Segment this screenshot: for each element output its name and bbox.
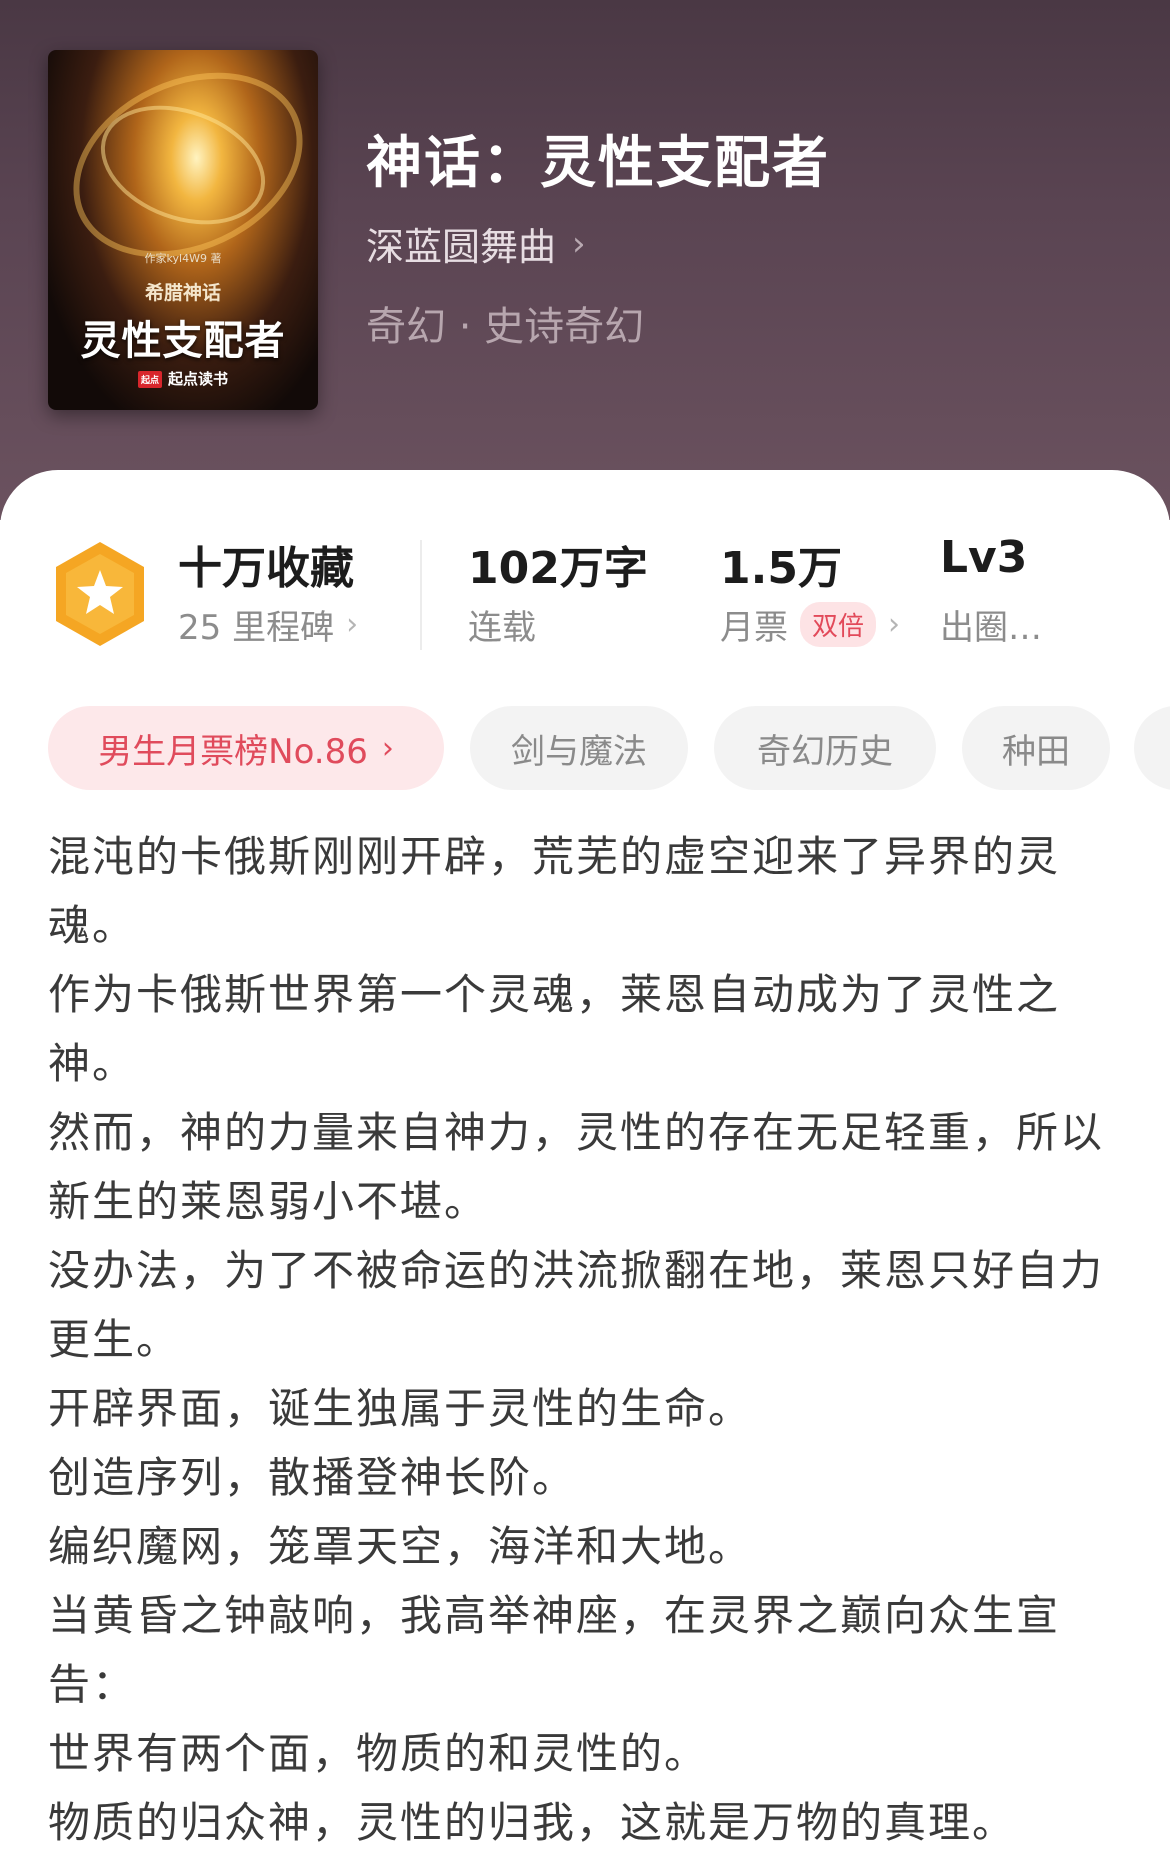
book-genre: 奇幻 · 史诗奇幻 xyxy=(366,304,645,350)
rank-tag[interactable]: 男生月票榜No.86 › xyxy=(48,706,444,790)
synopsis-line: 世界有两个面，物质的和灵性的。 xyxy=(48,1729,709,1778)
synopsis-line: 编织魔网，笼罩天空，海洋和大地。 xyxy=(48,1522,753,1571)
level-value: Lv3 xyxy=(940,532,1028,583)
synopsis-line: 开辟界面，诞生独属于灵性的生命。 xyxy=(48,1384,753,1433)
rank-tag-label: 男生月票榜No.86 xyxy=(98,731,368,772)
chevron-right-icon: › xyxy=(572,223,586,264)
milestone-link[interactable]: 25 里程碑 › xyxy=(178,600,358,649)
cover-author-line: 作家kyl4W9 著 xyxy=(144,252,222,265)
synopsis-line: 当黄昏之钟敲响，我高举神座，在灵界之巅向众生宣告： xyxy=(48,1591,1061,1709)
publisher-name: 起点读书 xyxy=(168,370,229,388)
tag-more[interactable] xyxy=(1134,706,1170,790)
cover-series: 希腊神话 xyxy=(144,282,221,304)
tag-fantasy-history[interactable]: 奇幻历史 xyxy=(714,706,936,790)
synopsis-line: 物质的归众神，灵性的归我，这就是万物的真理。 xyxy=(48,1798,1017,1847)
book-title: 神话：灵性支配者 xyxy=(366,131,830,196)
monthly-votes: 1.5万 xyxy=(720,543,842,594)
word-count: 102万字 xyxy=(468,543,648,594)
book-header: 作家kyl4W9 著 希腊神话 灵性支配者 起点 起点读书 神话：灵性支配者 深蓝… xyxy=(0,0,1170,520)
tag-row: 男生月票榜No.86 › 剑与魔法 奇幻历史 种田 xyxy=(48,706,1170,790)
double-badge: 双倍 xyxy=(800,602,877,647)
stats-divider xyxy=(420,540,422,650)
book-synopsis: 混沌的卡俄斯刚刚开辟，荒芜的虚空迎来了异界的灵魂。 作为卡俄斯世界第一个灵魂，莱… xyxy=(48,822,1128,1857)
publisher-badge: 起点 xyxy=(137,371,162,388)
author-name: 深蓝圆舞曲 xyxy=(366,225,557,269)
synopsis-line: 混沌的卡俄斯刚刚开辟，荒芜的虚空迎来了异界的灵魂。 xyxy=(48,832,1061,950)
milestone-label: 25 里程碑 xyxy=(178,608,335,648)
author-link[interactable]: 深蓝圆舞曲 › xyxy=(366,216,586,271)
book-detail-card: 十万收藏 25 里程碑 › 102万字 连载 1.5万 月票 双倍 › Lv3 … xyxy=(0,470,1170,1864)
synopsis-line: 没办法，为了不被命运的洪流掀翻在地，莱恩只好自力更生。 xyxy=(48,1246,1105,1364)
monthly-votes-label: 月票 xyxy=(720,608,788,648)
tag-sword-magic[interactable]: 剑与魔法 xyxy=(470,706,688,790)
level-label[interactable]: 出圈… xyxy=(940,600,1042,649)
serial-status: 连载 xyxy=(468,608,536,648)
tag-farming[interactable]: 种田 xyxy=(962,706,1110,790)
chevron-right-icon: › xyxy=(381,730,394,766)
collection-count: 十万收藏 xyxy=(178,543,354,594)
cover-publisher: 起点 起点读书 xyxy=(48,368,318,389)
synopsis-line: 创造序列，散播登神长阶。 xyxy=(48,1453,577,1502)
chevron-right-icon: › xyxy=(346,607,359,642)
synopsis-line: 作为卡俄斯世界第一个灵魂，莱恩自动成为了灵性之神。 xyxy=(48,970,1061,1088)
book-cover[interactable]: 作家kyl4W9 著 希腊神话 灵性支配者 起点 起点读书 xyxy=(48,50,318,410)
monthly-votes-link[interactable]: 月票 双倍 › xyxy=(720,600,900,649)
star-medal-icon xyxy=(56,542,144,646)
stats-bar: 十万收藏 25 里程碑 › 102万字 连载 1.5万 月票 双倍 › Lv3 … xyxy=(0,470,1170,700)
chevron-right-icon: › xyxy=(888,607,901,642)
synopsis-line: 然而，神的力量来自神力，灵性的存在无足轻重，所以新生的莱恩弱小不堪。 xyxy=(48,1108,1105,1226)
cover-title: 灵性支配者 xyxy=(80,318,286,364)
